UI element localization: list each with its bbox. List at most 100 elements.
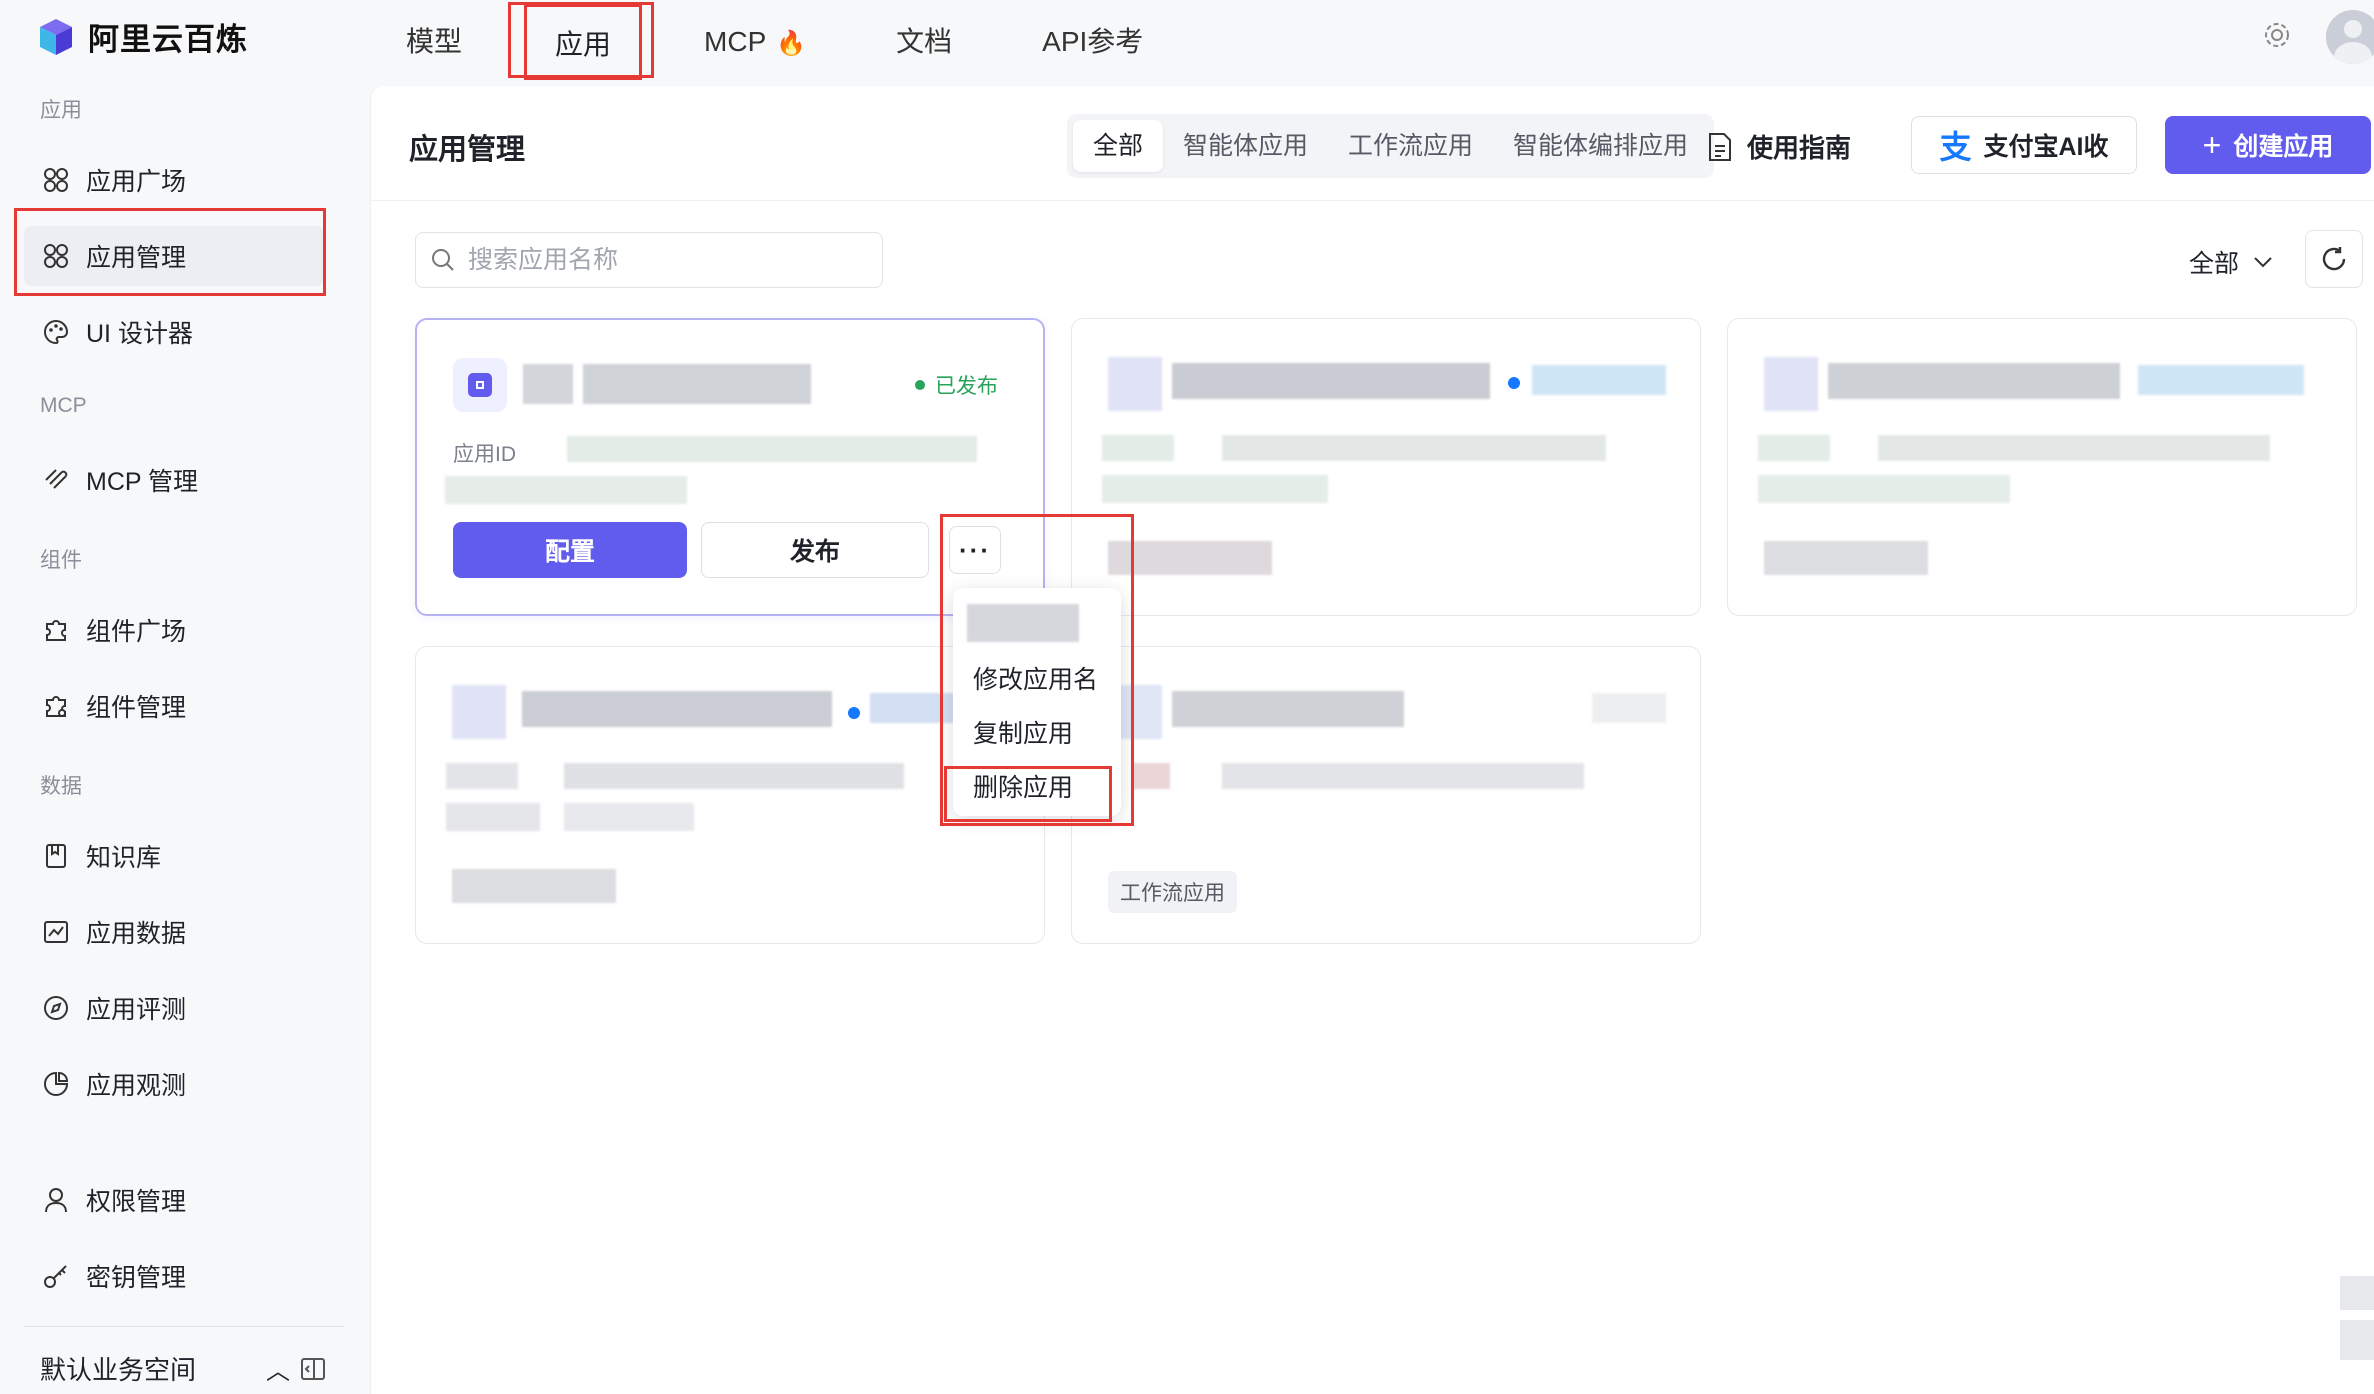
redacted-app-icon (452, 685, 506, 739)
sidebar-item-label: 应用数据 (86, 920, 187, 948)
sidebar-item-app-data[interactable]: 应用数据 (24, 902, 324, 962)
sidebar-item-mcp-manage[interactable]: MCP 管理 (24, 450, 324, 510)
scroll-handle[interactable] (2340, 1276, 2374, 1310)
brand-name: 阿里云百炼 (88, 22, 248, 57)
tab-agent-app[interactable]: 智能体应用 (1163, 120, 1328, 172)
sidebar: 应用 应用广场 应用管理 UI 设计器 MCP MCP 管理 组件 组件广场 组… (0, 84, 370, 1394)
pie-chart-icon (44, 1071, 69, 1096)
redacted-app-icon (1764, 357, 1818, 411)
sidebar-section-data: 数据 (40, 775, 82, 798)
app-type-tag: 工作流应用 (1108, 871, 1237, 913)
topnav-models[interactable]: 模型 (378, 4, 490, 80)
sidebar-item-comp-plaza[interactable]: 组件广场 (24, 600, 324, 660)
redacted-app-icon (1108, 357, 1162, 411)
sidebar-item-label: 权限管理 (86, 1188, 187, 1216)
workspace-name: 默认业务空间 (40, 1355, 197, 1385)
redacted-field (1222, 435, 1606, 461)
sidebar-item-permission[interactable]: 权限管理 (24, 1170, 324, 1230)
highlight-box-app-manage (14, 208, 326, 296)
refresh-icon (2322, 247, 2346, 271)
publish-button[interactable]: 发布 (701, 522, 929, 578)
user-icon (45, 1188, 67, 1213)
collapse-sidebar-icon[interactable] (300, 1356, 326, 1382)
redacted-field (1102, 475, 1328, 503)
tab-all[interactable]: 全部 (1073, 120, 1164, 172)
sidebar-item-label: 应用评测 (86, 996, 187, 1024)
sidebar-item-label: UI 设计器 (86, 320, 193, 348)
sidebar-section-app: 应用 (40, 99, 82, 122)
sidebar-section-component: 组件 (40, 549, 82, 572)
chevron-down-icon (2254, 257, 2272, 268)
create-app-button[interactable]: + 创建应用 (2165, 116, 2371, 174)
palette-icon (44, 319, 69, 345)
status-dot (848, 707, 860, 719)
sidebar-item-label: 应用广场 (86, 168, 187, 196)
sidebar-item-label: 组件管理 (86, 694, 187, 722)
search-box[interactable] (415, 232, 883, 288)
alipay-ai-button[interactable]: 支 支付宝AI收 (1911, 116, 2137, 174)
sidebar-item-app-observe[interactable]: 应用观测 (24, 1054, 324, 1114)
scroll-handle[interactable] (2340, 1320, 2374, 1360)
document-icon (1709, 132, 1731, 161)
puzzle-icon (46, 620, 66, 641)
sidebar-item-knowledge[interactable]: 知识库 (24, 826, 324, 886)
avatar[interactable] (2326, 10, 2374, 64)
redacted-field (1222, 763, 1584, 789)
redacted-status (1592, 693, 1666, 723)
sidebar-item-label: MCP 管理 (86, 468, 199, 496)
chart-line-icon (44, 921, 68, 943)
sidebar-item-label: 应用观测 (86, 1072, 187, 1100)
sidebar-item-comp-manage[interactable]: 组件管理 (24, 676, 324, 736)
puzzle-gear-icon (46, 696, 66, 717)
brand-logo[interactable]: 阿里云百炼 (36, 14, 248, 59)
app-card[interactable] (1071, 318, 1701, 616)
redacted-field (1132, 763, 1170, 789)
redacted-field (564, 803, 694, 831)
sidebar-item-ui-designer[interactable]: UI 设计器 (24, 302, 324, 362)
workspace-switcher[interactable]: 默认业务空间 ︿ (40, 1350, 290, 1387)
redacted-field (564, 763, 904, 789)
redacted-status (1532, 365, 1666, 395)
tab-workflow-app[interactable]: 工作流应用 (1328, 120, 1493, 172)
logo-icon (40, 18, 72, 55)
topnav-mcp[interactable]: MCP 🔥 (676, 4, 834, 80)
usage-guide-label: 使用指南 (1747, 133, 1852, 163)
redacted-app-name (1172, 691, 1404, 727)
sidebar-item-label: 密钥管理 (86, 1264, 187, 1292)
app-card[interactable]: 工作流应用 (1071, 646, 1701, 944)
sidebar-item-app-eval[interactable]: 应用评测 (24, 978, 324, 1038)
main-panel: 应用管理 全部 智能体应用 工作流应用 智能体编排应用 使用指南 支 支付宝AI… (370, 86, 2374, 1394)
redacted-tag (1764, 541, 1928, 575)
redacted-field (446, 803, 540, 831)
redacted-field (1878, 435, 2270, 461)
gear-icon[interactable] (2262, 20, 2292, 50)
search-input[interactable] (468, 245, 868, 275)
redacted-field (1102, 435, 1174, 461)
tab-agent-orchestration[interactable]: 智能体编排应用 (1493, 120, 1708, 172)
topnav-api-ref[interactable]: API参考 (1014, 4, 1171, 80)
chevron-up-icon: ︿ (266, 1358, 291, 1385)
header-divider (371, 200, 2374, 201)
configure-button[interactable]: 配置 (453, 522, 687, 578)
redacted-field (1758, 475, 2010, 503)
usage-guide-link[interactable]: 使用指南 (1707, 128, 1851, 165)
sidebar-item-key-manage[interactable]: 密钥管理 (24, 1246, 324, 1306)
topnav-docs[interactable]: 文档 (868, 4, 980, 80)
status-text: 已发布 (935, 375, 998, 398)
top-nav: 模型 应用 MCP 🔥 文档 API参考 (378, 0, 1205, 84)
app-card[interactable] (1727, 318, 2357, 616)
sidebar-item-app-plaza[interactable]: 应用广场 (24, 150, 324, 210)
highlight-box-delete-app (944, 766, 1112, 822)
mcp-icon (45, 469, 68, 489)
compass-icon (44, 996, 68, 1020)
redacted-app-name (1828, 363, 2120, 399)
create-app-label: 创建应用 (2233, 133, 2334, 161)
sidebar-item-label: 组件广场 (86, 618, 187, 646)
refresh-button[interactable] (2305, 230, 2363, 288)
redacted-app-desc (445, 476, 687, 504)
grid-icon (44, 168, 68, 192)
redacted-app-name (523, 364, 573, 404)
highlight-box-topnav-apps (508, 2, 654, 78)
top-bar: 阿里云百炼 模型 应用 MCP 🔥 文档 API参考 (0, 0, 2374, 84)
status-filter-select[interactable]: 全部 (2189, 244, 2273, 280)
